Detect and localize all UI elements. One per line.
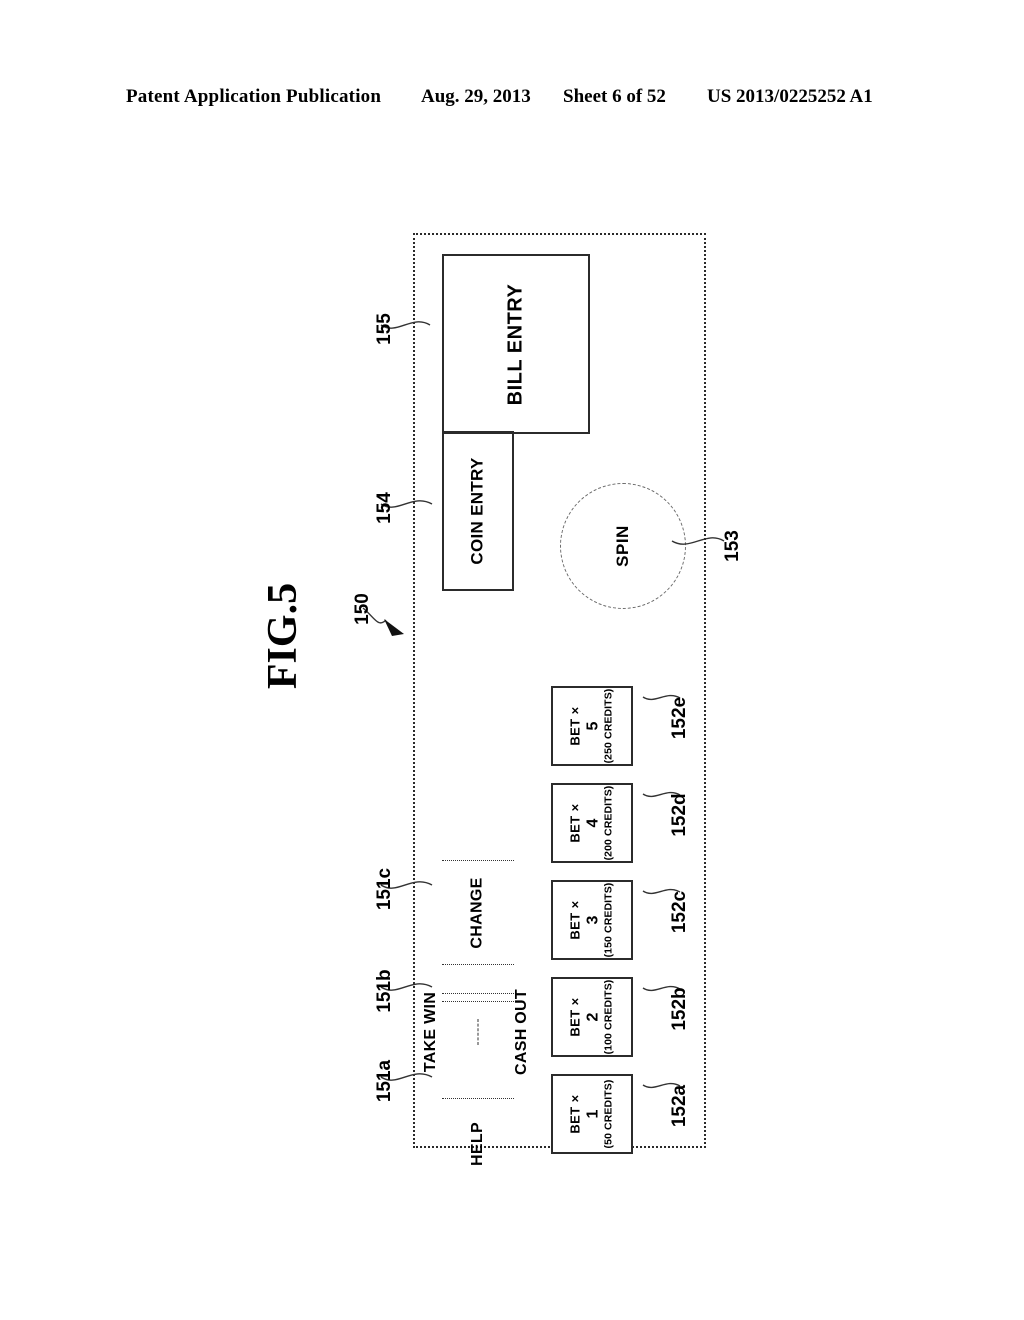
control-panel: BILL ENTRY COIN ENTRY SPIN CHANGE TAKE W…	[413, 233, 706, 1166]
bet-button-4[interactable]: BET × 4 (200 CREDITS)	[551, 783, 633, 863]
header-sheet-number: Sheet 6 of 52	[563, 86, 666, 107]
bet-button-2-line2: 2	[584, 1012, 602, 1022]
ref-154: 154	[374, 492, 395, 524]
bet-button-2[interactable]: BET × 2 (100 CREDITS)	[551, 977, 633, 1057]
ref-152c: 152c	[669, 890, 690, 934]
ref-153: 153	[722, 530, 743, 562]
bet-button-4-line2: 4	[584, 818, 602, 828]
bet-button-5-line2: 5	[584, 721, 602, 731]
help-button-label: HELP	[469, 1122, 486, 1166]
help-button[interactable]: HELP	[442, 1099, 514, 1189]
cash-out-label: CASH OUT	[513, 988, 531, 1075]
take-win-cash-out-divider	[477, 1018, 479, 1045]
bet-button-1-content: BET × 1 (50 CREDITS)	[568, 1080, 617, 1149]
bet-button-1-line3: (50 CREDITS)	[603, 1079, 616, 1149]
coin-entry-label: COIN ENTRY	[468, 457, 487, 565]
ref-152d: 152d	[669, 793, 690, 837]
ref-151a: 151a	[374, 1059, 395, 1103]
bet-button-1[interactable]: BET × 1 (50 CREDITS)	[551, 1074, 633, 1154]
ref-150: 150	[352, 593, 373, 625]
ref-155: 155	[374, 313, 395, 345]
bet-button-5-line1: BET ×	[567, 706, 583, 746]
ref-152e: 152e	[669, 696, 690, 740]
bet-button-1-line2: 1	[584, 1109, 602, 1119]
sheet-header: Patent Application Publication Aug. 29, …	[0, 86, 1024, 116]
bet-button-4-content: BET × 4 (200 CREDITS)	[568, 786, 617, 861]
spin-button-label: SPIN	[613, 525, 632, 567]
change-button-label: CHANGE	[468, 876, 486, 949]
take-win-cash-out-button[interactable]: TAKE WIN CASH OUT	[422, 965, 530, 1099]
ref-151b: 151b	[374, 969, 395, 1013]
ref-151c: 151c	[374, 867, 395, 911]
bet-button-2-line3: (100 CREDITS)	[603, 979, 616, 1055]
help-divider-line-lower	[442, 1001, 514, 1002]
bet-button-3-line1: BET ×	[567, 900, 583, 940]
bill-entry-slot[interactable]: BILL ENTRY	[442, 254, 590, 434]
header-date: Aug. 29, 2013	[421, 86, 531, 107]
ref-152a: 152a	[669, 1084, 690, 1128]
bill-entry-label: BILL ENTRY	[504, 283, 527, 405]
change-button[interactable]: CHANGE	[442, 860, 514, 965]
header-publication: Patent Application Publication	[126, 86, 382, 107]
bet-button-5-line3: (250 CREDITS)	[603, 688, 616, 764]
bet-button-5[interactable]: BET × 5 (250 CREDITS)	[551, 686, 633, 766]
help-divider-line-upper	[442, 993, 514, 994]
bet-button-4-line3: (200 CREDITS)	[603, 785, 616, 861]
bet-button-4-line1: BET ×	[567, 803, 583, 843]
bet-button-5-content: BET × 5 (250 CREDITS)	[568, 689, 617, 764]
arrowhead-150	[384, 619, 404, 636]
bet-button-3-content: BET × 3 (150 CREDITS)	[568, 883, 617, 958]
bet-button-1-line1: BET ×	[567, 1094, 583, 1134]
bet-button-3-line3: (150 CREDITS)	[603, 882, 616, 958]
header-publication-number: US 2013/0225252 A1	[707, 86, 873, 107]
bet-button-3-line2: 3	[584, 915, 602, 925]
take-win-cash-out-labels: TAKE WIN CASH OUT	[387, 989, 569, 1075]
take-win-label: TAKE WIN	[422, 991, 440, 1072]
bet-button-2-line1: BET ×	[567, 997, 583, 1037]
bet-button-2-content: BET × 2 (100 CREDITS)	[568, 980, 617, 1055]
spin-button[interactable]: SPIN	[560, 483, 686, 609]
ref-152b: 152b	[669, 987, 690, 1031]
figure-label: FIG.5	[260, 582, 306, 690]
function-button-column: CHANGE TAKE WIN CASH OUT HELP	[422, 860, 530, 1189]
coin-entry-slot[interactable]: COIN ENTRY	[442, 431, 514, 591]
bet-button-3[interactable]: BET × 3 (150 CREDITS)	[551, 880, 633, 960]
